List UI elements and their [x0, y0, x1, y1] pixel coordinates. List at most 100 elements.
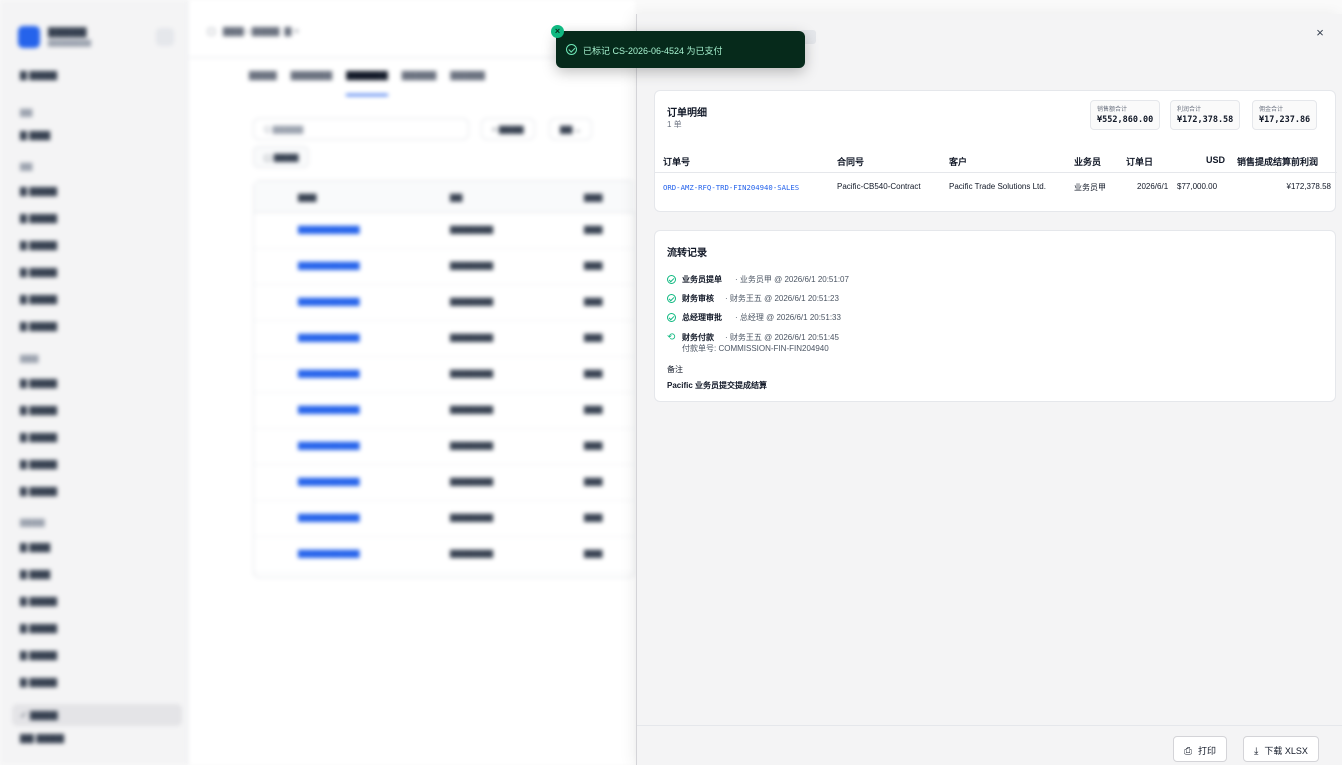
sidebar-item[interactable]: ▇ ▇▇▇▇ [20, 486, 170, 500]
table-header: ▇▇▇ ▇▇ ▇▇▇ [254, 181, 636, 213]
flow-step-meta: · 财务王五 @ 2026/6/1 20:51:45 [725, 333, 839, 342]
table-row[interactable]: ▇▇▇▇▇▇▇▇▇▇ ▇▇▇▇▇▇▇ ▇▇▇ [254, 321, 636, 357]
table-row[interactable]: ▇▇▇▇▇▇▇▇▇▇ ▇▇▇▇▇▇▇ ▇▇▇ [254, 429, 636, 465]
order-detail-drawer: × 订单明细 1 单 销售额合计 ¥552,860.00 利润合计 ¥172,3… [636, 14, 1342, 765]
flow-step-meta: · 财务王五 @ 2026/6/1 20:51:23 [725, 294, 839, 303]
filter-button[interactable]: + ▇▇▇▇ [481, 118, 535, 140]
customer-name: Pacific Trade Solutions Ltd. [949, 182, 1046, 191]
sidebar-item[interactable]: ▇ ▇▇▇▇ [20, 240, 170, 254]
table-row[interactable]: ▇▇▇▇▇▇▇▇▇▇ ▇▇▇▇▇▇▇ ▇▇▇ [254, 537, 636, 573]
sidebar-item[interactable]: ▇ ▇▇▇ [20, 542, 170, 556]
sidebar-item[interactable]: ▇ ▇▇▇▇ [20, 213, 170, 227]
sidebar-item[interactable]: ▇ ▇▇▇ [20, 569, 170, 583]
toast-close-button[interactable]: × [551, 25, 564, 38]
bg-table: ▇▇▇ ▇▇ ▇▇▇ ▇▇▇▇▇▇▇▇▇▇ ▇▇▇▇▇▇▇ ▇▇▇ ▇▇▇▇▇▇▇▇▇▇… [253, 180, 636, 578]
sidebar-brand: ▇▇▇▇▇ ▇▇▇▇▇▇▇▇ [10, 24, 180, 52]
salesperson: 业务员甲 [1074, 183, 1106, 192]
tab-active[interactable]: ▇▇▇▇▇▇ [346, 70, 388, 96]
note-text: Pacific 业务员提交提成结算 [667, 381, 768, 390]
download-xlsx-button[interactable]: ⤓ 下载 XLSX [1243, 736, 1319, 762]
flow-record-title: 流转记录 [667, 248, 707, 259]
sidebar-item[interactable]: ▇ ▇▇▇ [20, 130, 170, 144]
column-header-order-date: 订单日 [1126, 157, 1154, 167]
table-row[interactable]: ▇▇▇▇▇▇▇▇▇▇ ▇▇▇▇▇▇▇ ▇▇▇ [254, 285, 636, 321]
sidebar-item[interactable]: ▇ ▇▇▇▇ [20, 267, 170, 281]
toast-message: 已标记 CS-2026-06-4524 为已支付 [583, 46, 723, 56]
check-circle-icon [566, 44, 577, 55]
stat-label: 销售额合计 [1097, 107, 1128, 113]
sidebar-item[interactable]: ▇ ▇▇▇▇ [20, 432, 170, 446]
sidebar-item[interactable]: ▇ ▇▇▇▇ [20, 186, 170, 200]
order-detail-title: 订单明细 [667, 108, 707, 119]
tab[interactable]: ▇▇▇▇▇▇ [291, 70, 333, 96]
check-circle-icon [667, 294, 676, 303]
order-table-header: 订单号 合同号 客户 业务员 订单日 USD 销售提成结算前利润 [655, 151, 1337, 173]
table-row[interactable]: ▇▇▇▇▇▇▇▇▇▇ ▇▇▇▇▇▇▇ ▇▇▇ [254, 393, 636, 429]
check-circle-icon [667, 275, 676, 284]
order-date: 2026/6/1 [1137, 182, 1169, 191]
status-select[interactable]: ▇▇ ⌄ [549, 118, 593, 140]
column-header-salesperson: 业务员 [1074, 157, 1102, 167]
flow-step-name: 总经理审批 [682, 313, 722, 322]
stat-profit-total: 利润合计 ¥172,378.58 [1170, 100, 1241, 130]
stat-value: ¥172,378.58 [1177, 115, 1234, 125]
stat-value: ¥552,860.00 [1097, 115, 1154, 125]
column-header-profit: 销售提成结算前利润 [1237, 157, 1319, 167]
print-button[interactable]: ⎙ 打印 [1173, 736, 1228, 762]
stat-commission-total: 佣金合计 ¥17,237.86 [1252, 100, 1318, 130]
order-number-link[interactable]: ORD-AMZ-RFQ-TRD-FIN204940-SALES [663, 183, 799, 192]
table-row[interactable]: ▇▇▇▇▇▇▇▇▇▇ ▇▇▇▇▇▇▇ ▇▇▇ [254, 213, 636, 249]
flow-step-meta: · 业务员甲 @ 2026/6/1 20:51:07 [735, 275, 849, 284]
tab[interactable]: ▇▇▇▇▇ [402, 70, 437, 96]
sidebar: ▇▇▇▇▇ ▇▇▇▇▇▇▇▇ ▇ ▇▇▇▇ ▇▇ ▇ ▇▇▇ ▇▇ ▇ ▇▇▇▇… [0, 0, 188, 765]
flow-step-name: 财务付款 [682, 333, 714, 342]
check-circle-icon [667, 313, 676, 322]
payment-number: 付款单号: COMMISSION-FIN-FIN204940 [682, 344, 829, 353]
download-label: 下载 XLSX [1264, 746, 1308, 756]
tab[interactable]: ▇▇▇▇▇ [450, 70, 485, 96]
stat-label: 佣金合计 [1259, 107, 1284, 113]
flow-step-name: 财务审核 [682, 294, 714, 303]
flow-step-meta: · 总经理 @ 2026/6/1 20:51:33 [735, 313, 841, 322]
stat-value: ¥17,237.86 [1259, 115, 1311, 125]
table-row[interactable]: ▇▇▇▇▇▇▇▇▇▇ ▇▇▇▇▇▇▇ ▇▇▇ [254, 501, 636, 537]
sidebar-workspace[interactable]: ▇ ▇▇▇▇ [20, 70, 170, 84]
printer-icon: ⎙ [1184, 746, 1192, 757]
sidebar-item[interactable]: ▇ ▇▇▇▇ [20, 294, 170, 308]
close-button[interactable]: × [1311, 24, 1329, 42]
action-button[interactable]: ▢ ▇▇▇▇ [253, 146, 310, 168]
payment-icon: ⟲ [667, 332, 676, 343]
brand-name: ▇▇▇▇▇ [48, 27, 87, 38]
table-row[interactable]: ▇▇▇▇▇▇▇▇▇▇ ▇▇▇▇▇▇▇ ▇▇▇ [254, 465, 636, 501]
sidebar-item[interactable]: ▇ ▇▇▇▇ [20, 405, 170, 419]
table-row[interactable]: ▇▇▇▇▇▇▇▇▇▇ ▇▇▇▇▇▇▇ ▇▇▇ [254, 357, 636, 393]
sidebar-item-active[interactable]: ✓ ▇▇▇▇ [12, 704, 182, 726]
column-header-customer: 客户 [949, 157, 968, 167]
order-detail-card: 订单明细 1 单 销售额合计 ¥552,860.00 利润合计 ¥172,378… [654, 90, 1337, 212]
table-row: ORD-AMZ-RFQ-TRD-FIN204940-SALES Pacific-… [655, 177, 1337, 199]
sidebar-group: ▇▇ [20, 108, 33, 117]
order-count: 1 单 [667, 120, 682, 129]
sidebar-item[interactable]: ▇ ▇▇▇▇ [20, 677, 170, 691]
stat-sales-total: 销售额合计 ¥552,860.00 [1090, 100, 1161, 130]
search-input[interactable]: Q ▇▇▇▇▇ [253, 118, 469, 140]
sidebar-group: ▇▇ [20, 162, 33, 171]
sidebar-item[interactable]: ▇ ▇▇▇▇ [20, 378, 170, 392]
column-header-usd: USD [1205, 155, 1225, 165]
drawer-footer: ⎙ 打印 ⤓ 下载 XLSX [637, 725, 1342, 765]
note-label: 备注 [667, 365, 683, 374]
print-label: 打印 [1198, 746, 1217, 756]
tab[interactable]: ▇▇▇▇ [249, 70, 277, 96]
table-row[interactable]: ▇▇▇▇▇▇▇▇▇▇ ▇▇▇▇▇▇▇ ▇▇▇ [254, 249, 636, 285]
pre-commission-profit: ¥172,378.58 [1286, 182, 1332, 191]
sidebar-toggle-button[interactable] [156, 28, 174, 46]
sidebar-item[interactable]: ▇ ▇▇▇▇ [20, 623, 170, 637]
sidebar-item[interactable]: ▇ ▇▇▇▇ [20, 321, 170, 335]
sidebar-item[interactable]: ▇ ▇▇▇▇ [20, 596, 170, 610]
sidebar-item[interactable]: ▇ ▇▇▇▇ [20, 650, 170, 664]
brand-sub: ▇▇▇▇▇▇▇▇ [48, 40, 92, 47]
usd-amount: $77,000.00 [1177, 182, 1218, 191]
sidebar-item[interactable]: ▇ ▇▇▇▇ [20, 459, 170, 473]
sidebar-user[interactable]: ▇▇ ▇▇▇▇ [20, 733, 180, 757]
flow-step-name: 业务员提单 [682, 275, 722, 284]
